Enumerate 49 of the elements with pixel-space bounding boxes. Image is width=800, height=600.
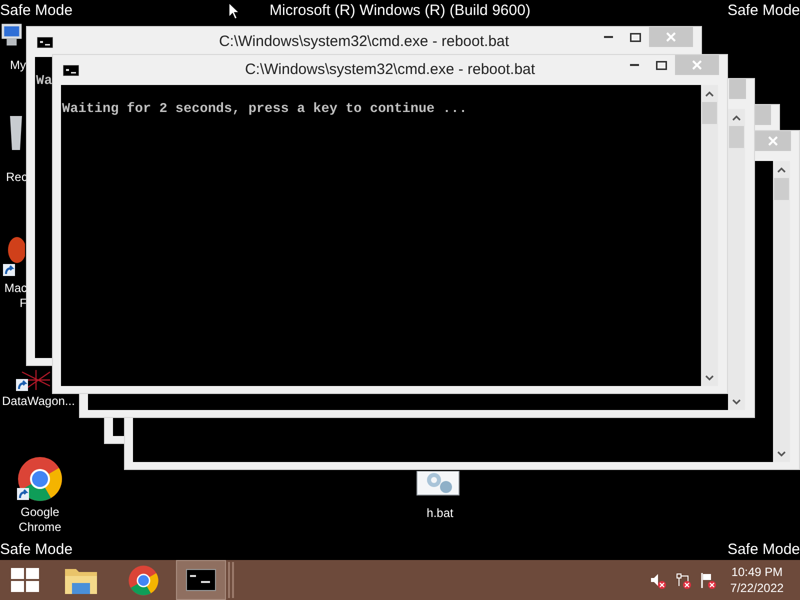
safe-mode-label: Safe Mode [0,540,73,560]
network-icon[interactable] [16,370,52,392]
minimize-icon [630,64,639,66]
scrollbar-thumb[interactable] [774,178,789,200]
scroll-up-icon[interactable] [732,114,741,120]
scrollbar-thumb[interactable] [729,126,744,148]
scroll-down-icon[interactable] [732,398,741,404]
scrollbar[interactable] [701,85,718,386]
safe-mode-label: Safe Mode [0,1,73,21]
close-icon [692,60,702,70]
close-icon [768,136,778,146]
scrollbar[interactable] [773,161,790,462]
scrollbar[interactable] [728,109,745,410]
chrome-icon[interactable] [17,456,63,502]
clock-time[interactable]: 10:49 PM [731,564,783,580]
scroll-up-icon[interactable] [705,90,714,96]
maximize-icon [630,32,641,42]
console-icon [63,65,79,76]
minimize-icon [604,36,613,38]
console-icon [37,37,53,48]
icon-label[interactable]: Rec [6,170,26,185]
scrollbar-thumb[interactable] [702,102,717,124]
window-title: C:\Windows\system32\cmd.exe - reboot.bat [244,60,536,80]
console-text: Wa [36,74,52,90]
icon-label[interactable]: h.bat [400,506,480,521]
clock-date[interactable]: 7/22/2022 [730,580,784,596]
scroll-down-icon[interactable] [705,374,714,380]
command-prompt-button[interactable] [176,560,226,600]
maximize-icon [656,60,667,70]
icon-label[interactable]: DataWagon... [2,394,82,409]
console-icon [186,569,216,591]
app-icon[interactable] [3,236,25,278]
network-error-icon[interactable] [675,572,692,589]
close-icon [666,32,676,42]
icon-label[interactable]: Mac F [0,281,27,311]
console-text: Waiting for 2 seconds, press a key to continue ... [62,102,468,118]
windows-logo-icon [11,568,39,592]
window-title: C:\Windows\system32\cmd.exe - reboot.bat [218,32,510,52]
chrome-icon [128,564,158,596]
gear-icon[interactable] [416,471,460,496]
build-text: Microsoft (R) Windows (R) (Build 9600) [270,1,530,21]
scroll-up-icon[interactable] [777,166,786,172]
scroll-down-icon[interactable] [777,450,786,456]
flag-icon[interactable] [700,572,717,589]
safe-mode-label: Safe Mode [727,1,800,21]
volume-muted-icon[interactable] [650,572,667,589]
icon-label[interactable]: Google Chrome [0,505,80,535]
safe-mode-label: Safe Mode [727,540,800,560]
icon-label[interactable]: My [0,58,26,73]
